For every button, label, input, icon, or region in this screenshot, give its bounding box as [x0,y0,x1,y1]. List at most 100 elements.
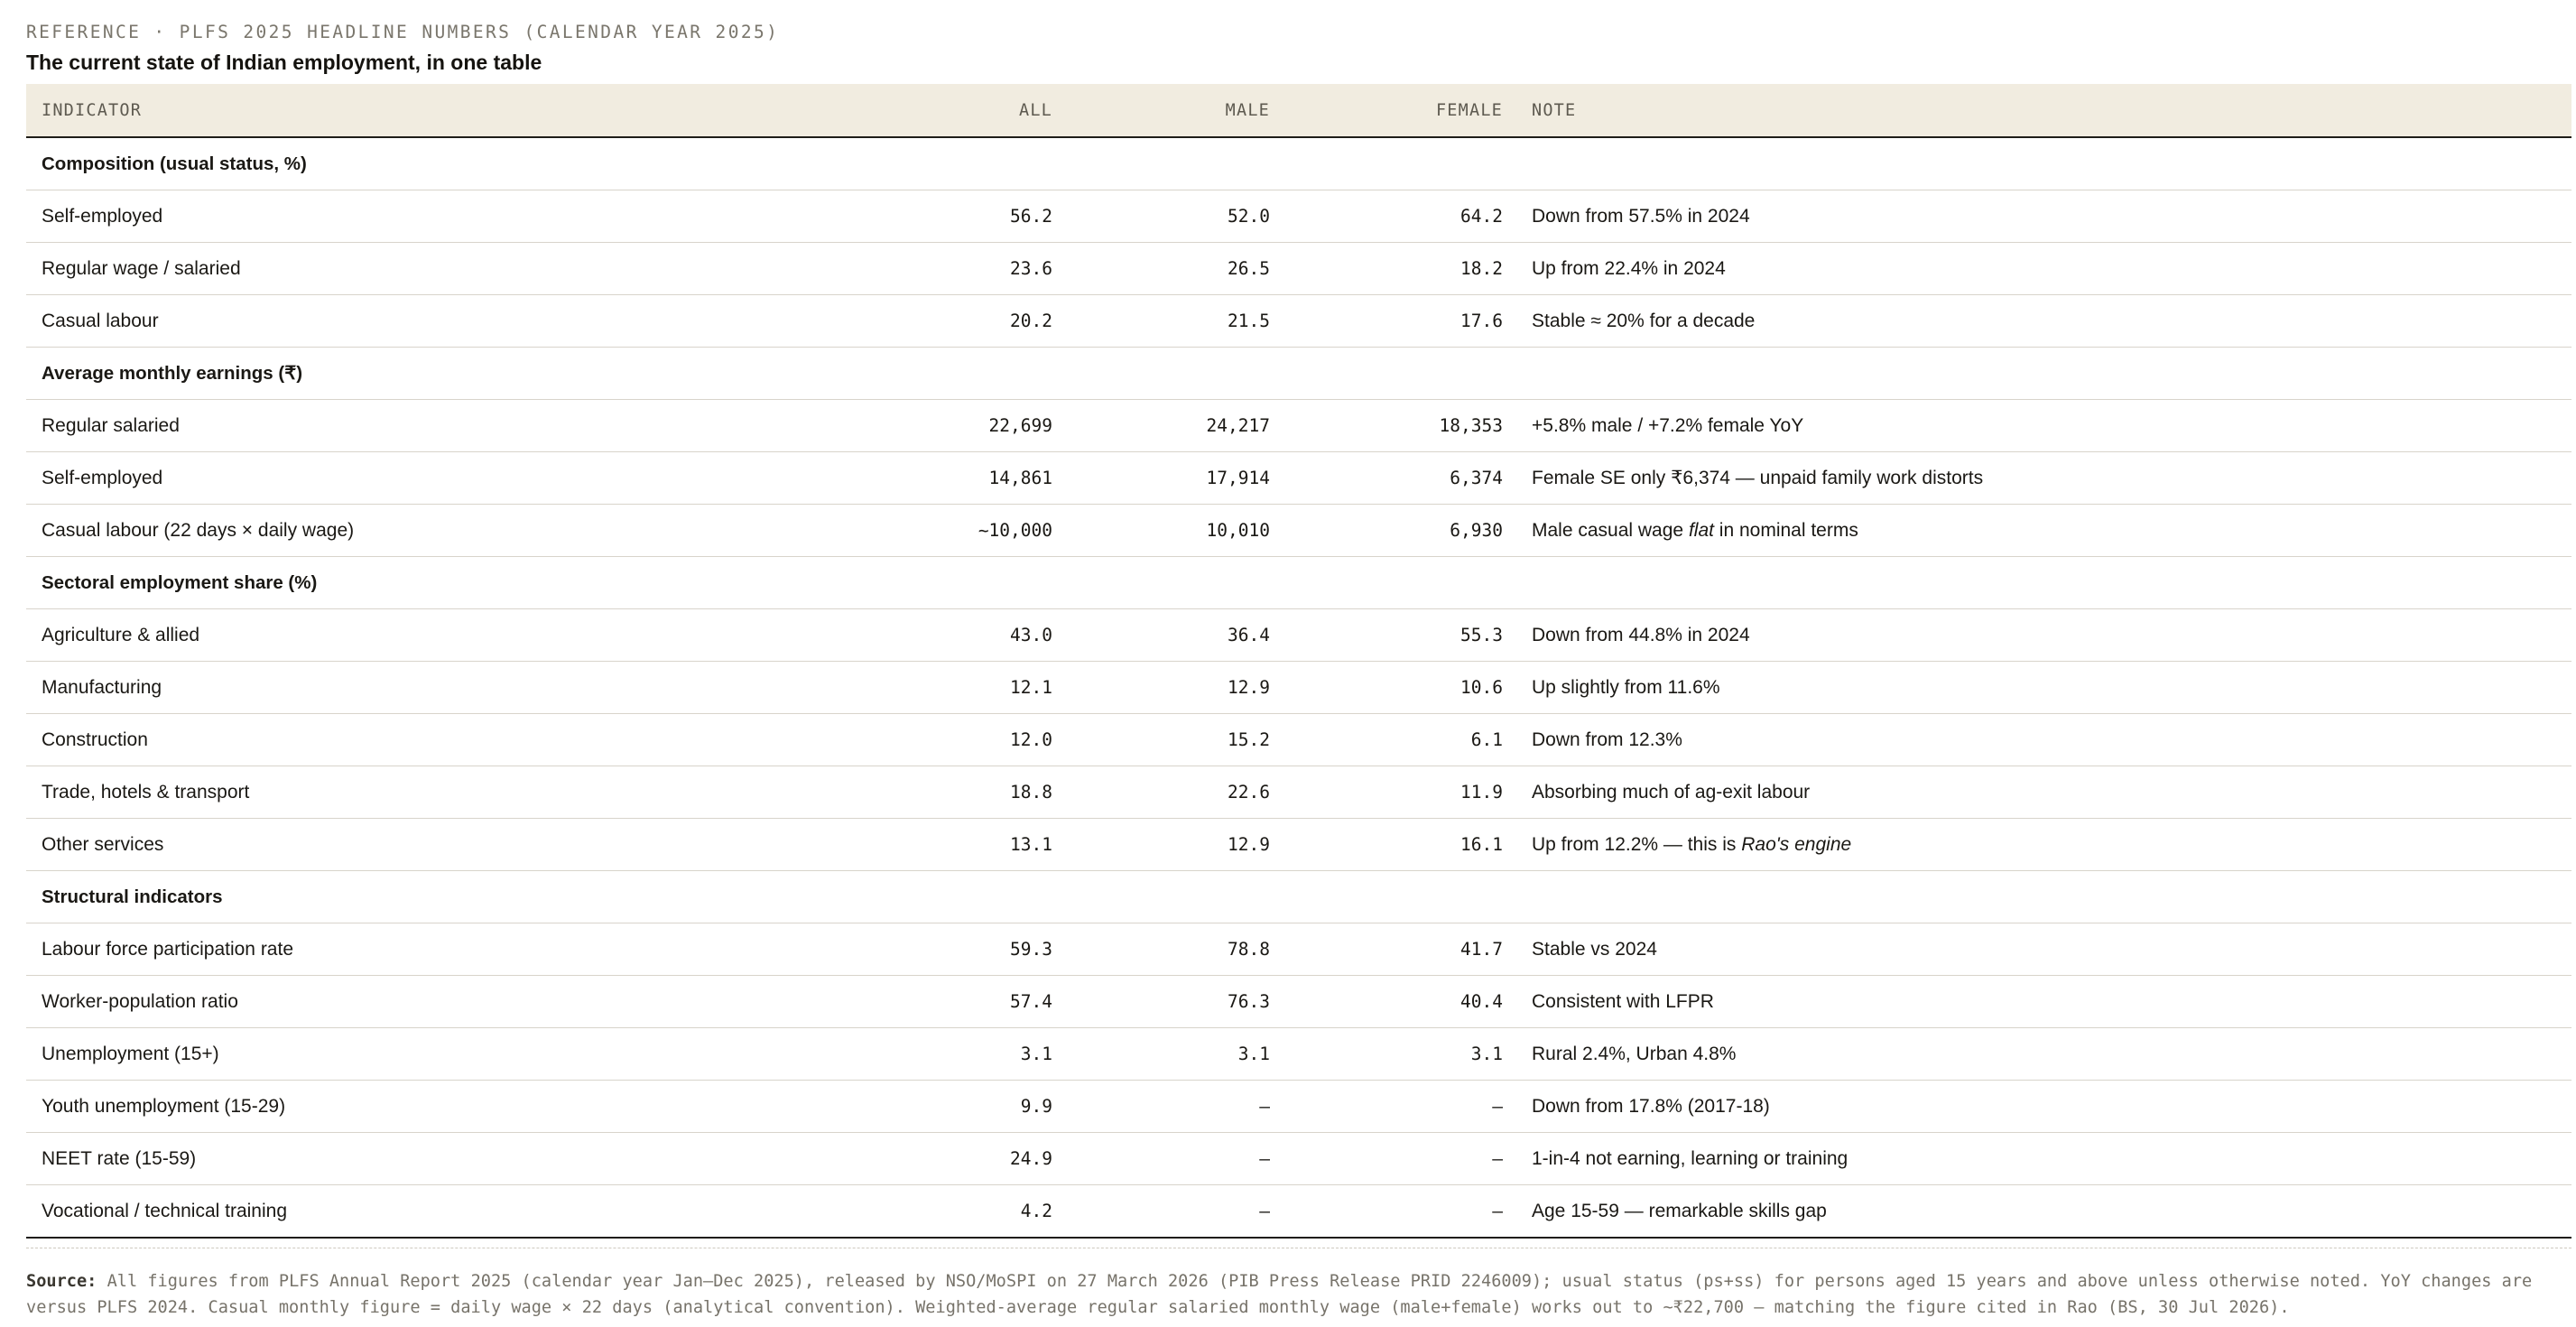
table-row: Self-employed 14,861 17,914 6,374 Female SE … [26,451,2571,505]
header-row: INDICATOR ALL MALE FEMALE NOTE [26,84,2571,138]
female-value-cell: 18.2 [1270,242,1503,295]
note-cell: Rural 2.4%, Urban 4.8% [1503,1027,2571,1081]
indicator-cell: Regular wage / salaried [26,242,730,295]
section-row: Average monthly earnings (₹) [26,347,2571,400]
eyebrow-label: REFERENCE · PLFS 2025 HEADLINE NUMBERS (… [26,22,780,42]
indicator-cell: Construction [26,713,730,766]
female-value-cell: 17.6 [1270,294,1503,348]
section-heading: Sectoral employment share (%) [26,556,2571,609]
male-value-cell: 22.6 [1052,766,1270,819]
all-value-cell: 59.3 [730,923,1052,976]
all-value-cell: 56.2 [730,190,1052,243]
female-value-cell: 6.1 [1270,713,1503,766]
indicator-cell: Vocational / technical training [26,1184,730,1239]
male-value-cell: 52.0 [1052,190,1270,243]
table-row: Self-employed 56.2 52.0 64.2 Down from 57.5%… [26,190,2571,243]
page-title: The current state of Indian employment, … [26,51,542,74]
note-cell: Down from 12.3% [1503,713,2571,766]
column-header-note: NOTE [1503,84,2571,138]
section-heading: Structural indicators [26,870,2571,923]
section-heading: Composition (usual status, %) [26,137,2571,190]
all-value-cell: 12.1 [730,661,1052,714]
indicator-cell: Worker-population ratio [26,975,730,1028]
section-row: Sectoral employment share (%) [26,556,2571,609]
table-row: Unemployment (15+) 3.1 3.1 3.1 Rural 2.4%, U… [26,1027,2571,1081]
indicator-cell: Agriculture & allied [26,608,730,662]
male-value-cell: 12.9 [1052,661,1270,714]
note-text: Male casual wage [1532,519,1689,541]
male-value-cell: 15.2 [1052,713,1270,766]
note-emphasis: Rao's engine [1741,833,1852,855]
male-value-cell: 17,914 [1052,451,1270,505]
table-row: NEET rate (15-59) 24.9— —1-in-4 not earnin… [26,1132,2571,1185]
source-text: All figures from PLFS Annual Report 2025… [26,1272,2533,1317]
employment-table: INDICATOR ALL MALE FEMALE NOTE Compositi… [26,84,2571,1239]
table-row: Worker-population ratio 57.4 76.3 40.4 Consi… [26,975,2571,1028]
all-value-cell: 9.9 [730,1080,1052,1133]
note-cell: Stable vs 2024 [1503,923,2571,976]
indicator-cell: Labour force participation rate [26,923,730,976]
all-value-cell: 23.6 [730,242,1052,295]
section-heading: Average monthly earnings (₹) [26,347,2571,400]
indicator-cell: Casual labour [26,294,730,348]
source-label: Source: [26,1272,97,1291]
all-value-cell: 24.9 [730,1132,1052,1185]
note-cell: Down from 57.5% in 2024 [1503,190,2571,243]
source-footnote: Source: All figures from PLFS Annual Rep… [26,1248,2571,1321]
note-cell: +5.8% male / +7.2% female YoY [1503,399,2571,452]
male-value-cell: 10,010 [1052,504,1270,557]
indicator-cell: Youth unemployment (15-29) [26,1080,730,1133]
female-value-cell: 55.3 [1270,608,1503,662]
all-value-cell: 43.0 [730,608,1052,662]
male-value-cell: 24,217 [1052,399,1270,452]
table-row: Vocational / technical training 4.2— — Age … [26,1184,2571,1239]
all-value-cell: 22,699 [730,399,1052,452]
female-value-cell: 64.2 [1270,190,1503,243]
table-row: Casual labour (22 days × daily wage) ~10,… [26,504,2571,557]
female-value-cell: 10.6 [1270,661,1503,714]
table-body: Composition (usual status, %) Self-employ… [26,137,2571,1239]
table-row: Trade, hotels & transport 18.8 22.6 11.9 Abs… [26,766,2571,819]
section-row: Structural indicators [26,870,2571,923]
column-header-male: MALE [1052,84,1270,138]
note-cell: Down from 17.8% (2017-18) [1503,1080,2571,1133]
male-value-cell: 3.1 [1052,1027,1270,1081]
table-row: Other services 13.1 12.9 16.1 Up from 12.2% … [26,818,2571,871]
female-value-cell: 40.4 [1270,975,1503,1028]
all-value-cell: 13.1 [730,818,1052,871]
table-row: Manufacturing 12.1 12.9 10.6 Up slightly fro… [26,661,2571,714]
table-header: INDICATOR ALL MALE FEMALE NOTE [26,84,2571,138]
table-row: Regular salaried 22,699 24,217 18,353 +5.8% … [26,399,2571,452]
male-value-cell: 36.4 [1052,608,1270,662]
male-value-cell: 78.8 [1052,923,1270,976]
indicator-cell: Manufacturing [26,661,730,714]
indicator-cell: NEET rate (15-59) [26,1132,730,1185]
all-value-cell: 20.2 [730,294,1052,348]
note-cell: Male casual wage flat in nominal terms [1503,504,2571,557]
all-value-cell: 57.4 [730,975,1052,1028]
table-row: Regular wage / salaried 23.6 26.5 18.2 Up fr… [26,242,2571,295]
indicator-cell: Regular salaried [26,399,730,452]
note-cell: Absorbing much of ag-exit labour [1503,766,2571,819]
table-row: Youth unemployment (15-29) 9.9— — Down from… [26,1080,2571,1133]
all-value-cell: 3.1 [730,1027,1052,1081]
note-cell: Up from 12.2% — this is Rao's engine [1503,818,2571,871]
indicator-cell: Casual labour (22 days × daily wage) [26,504,730,557]
note-cell: Up from 22.4% in 2024 [1503,242,2571,295]
female-value-cell: — [1270,1184,1503,1239]
indicator-cell: Unemployment (15+) [26,1027,730,1081]
female-value-cell: 16.1 [1270,818,1503,871]
all-value-cell: 4.2 [730,1184,1052,1239]
all-value-cell: 18.8 [730,766,1052,819]
note-cell: Consistent with LFPR [1503,975,2571,1028]
female-value-cell: 6,374 [1270,451,1503,505]
indicator-cell: Self-employed [26,451,730,505]
table-row: Agriculture & allied 43.0 36.4 55.3 Down fro… [26,608,2571,662]
male-value-cell: — [1052,1184,1270,1239]
female-value-cell: 3.1 [1270,1027,1503,1081]
male-value-cell: 12.9 [1052,818,1270,871]
section-row: Composition (usual status, %) [26,137,2571,190]
male-value-cell: 76.3 [1052,975,1270,1028]
column-header-all: ALL [730,84,1052,138]
table-row: Construction 12.0 15.2 6.1 Down from 12.3% [26,713,2571,766]
